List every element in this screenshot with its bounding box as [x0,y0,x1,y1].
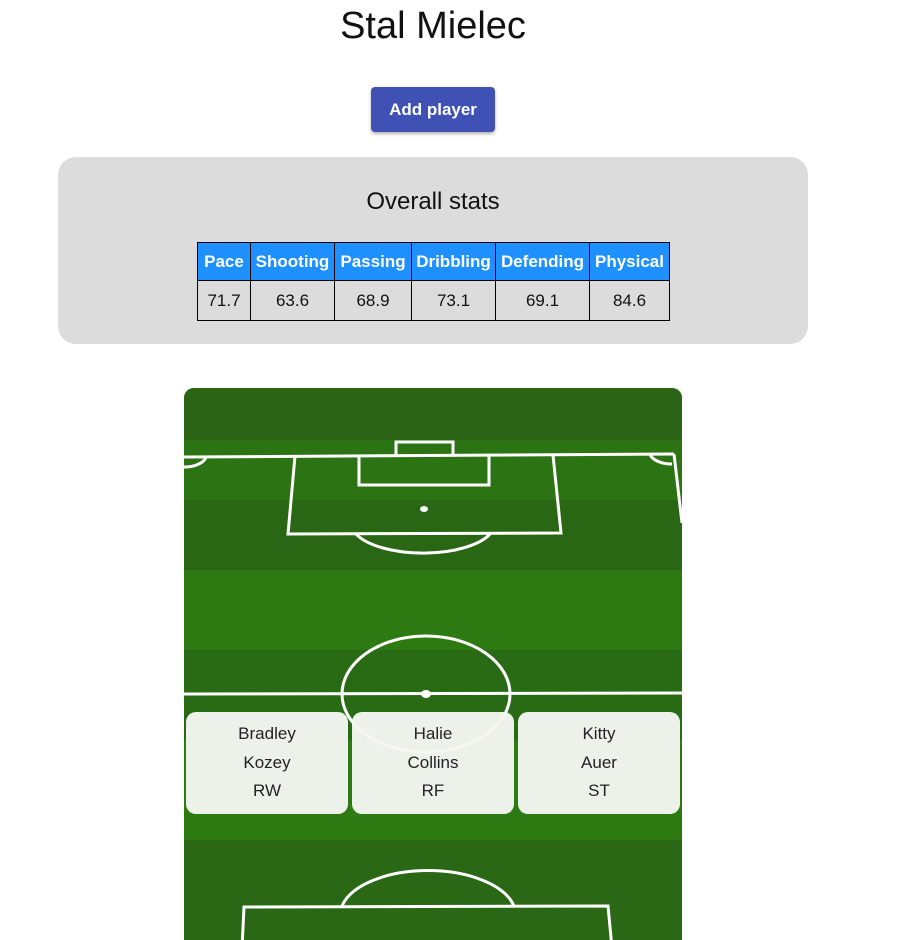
player-first-name: Kitty [582,724,616,743]
stats-value-dribbling: 73.1 [411,280,496,321]
team-title: Stal Mielec [340,5,526,47]
overall-stats-table: Pace Shooting Passing Dribbling Defendin… [197,242,670,321]
stats-value-shooting: 63.6 [250,280,335,321]
football-pitch [184,388,682,940]
stats-value-row: 71.7 63.6 68.9 73.1 69.1 84.6 [197,280,670,321]
penalty-spot [420,506,428,512]
stats-header-row: Pace Shooting Passing Dribbling Defendin… [197,242,670,281]
player-position: RW [252,781,281,800]
stats-header-passing: Passing [334,242,412,281]
stats-header-pace: Pace [197,242,251,281]
stats-header-shooting: Shooting [250,242,335,281]
player-first-name: Halie [413,724,453,743]
stats-value-pace: 71.7 [197,280,251,321]
stats-value-physical: 84.6 [589,280,670,321]
player-last-name: Collins [407,752,459,772]
player-card[interactable]: Kitty Auer ST [518,712,680,814]
player-card[interactable]: Bradley Kozey RW [186,712,348,814]
stats-value-passing: 68.9 [334,280,412,321]
pitch-graphic [184,388,682,940]
player-last-name: Kozey [243,752,291,772]
player-position: ST [588,781,610,800]
player-position: RF [421,781,445,800]
stats-header-physical: Physical [589,242,670,281]
stats-header-defending: Defending [495,242,590,281]
player-first-name: Bradley [238,724,296,743]
player-card[interactable]: Halie Collins RF [352,712,514,814]
add-player-button[interactable]: Add player [371,87,495,132]
player-last-name: Auer [581,752,617,772]
overall-stats-heading: Overall stats [366,188,500,215]
stats-value-defending: 69.1 [495,280,590,321]
page: Stal Mielec Add player Overall stats Pac… [0,0,907,940]
centre-spot [421,690,431,698]
stats-header-dribbling: Dribbling [411,242,496,281]
